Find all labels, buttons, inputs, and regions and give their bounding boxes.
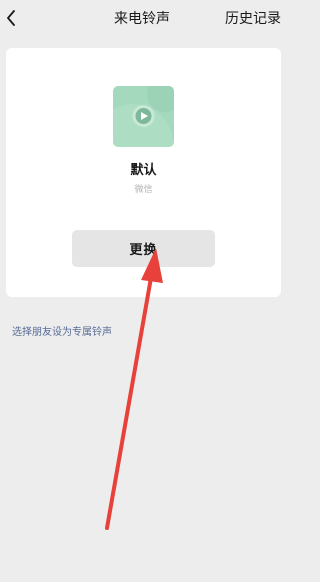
navigation-bar: 来电铃声 历史记录: [0, 0, 284, 40]
ringtone-source: 微信: [134, 185, 153, 195]
ringtone-cover[interactable]: [113, 86, 174, 147]
history-button[interactable]: 历史记录: [225, 10, 281, 28]
select-friend-ringtone-link[interactable]: 选择朋友设为专属铃声: [12, 326, 112, 340]
play-icon: [135, 108, 152, 124]
change-button[interactable]: 更换: [72, 230, 215, 267]
ringtone-card: 默认 微信 更换: [6, 48, 281, 297]
ringtone-name: 默认: [130, 163, 157, 178]
